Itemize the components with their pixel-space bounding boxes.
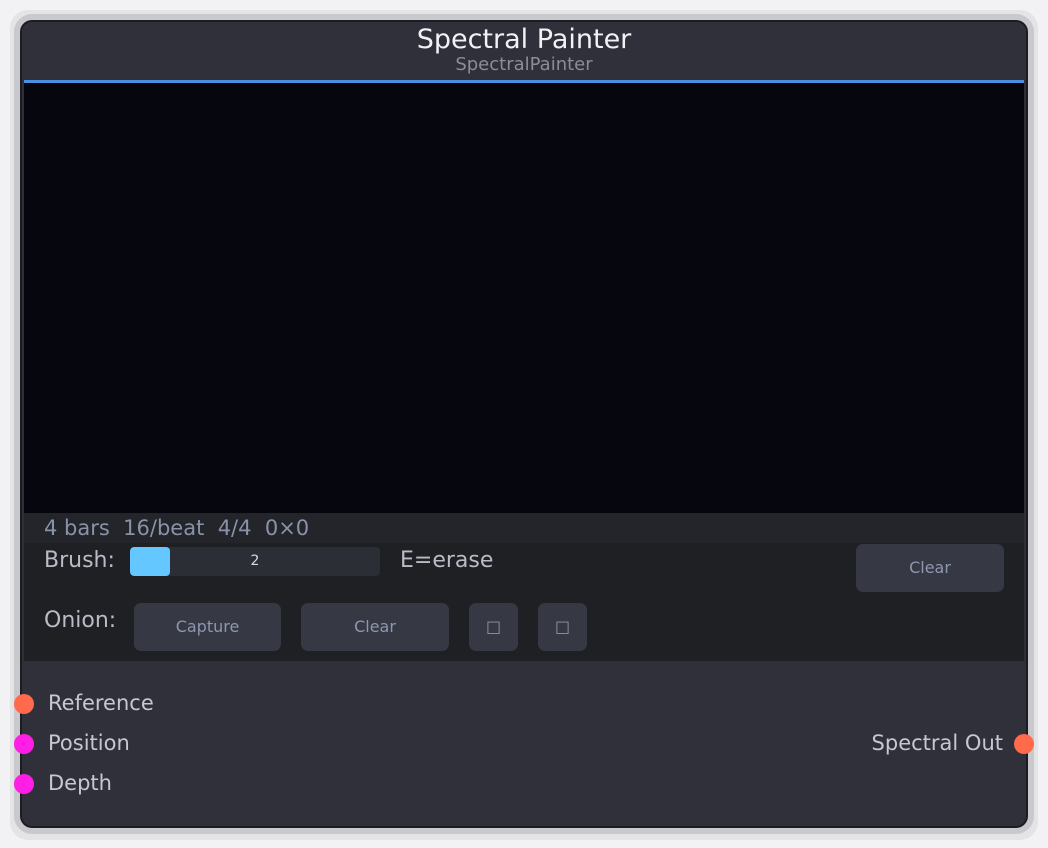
brush-size-value: 2 [250,553,260,569]
position-input-port[interactable] [14,734,34,754]
bars-count: 4 bars [44,516,110,540]
onion-clear-button[interactable]: Clear [301,603,449,651]
spectral-out-label: Spectral Out [871,731,1003,755]
canvas-size-readout: 0×0 [264,516,310,540]
spectral-painter-node[interactable]: Spectral Painter SpectralPainter 4 bars … [20,20,1028,828]
reference-input-label: Reference [48,691,154,715]
erase-hint: E=erase [400,548,494,573]
clear-canvas-button[interactable]: Clear [856,544,1004,592]
spectral-paint-canvas[interactable] [24,83,1024,513]
status-bar: 4 bars 16/beat 4/4 0×0 [24,513,1024,543]
subdivision-readout: 16/beat [123,516,205,540]
time-signature-readout: 4/4 [217,516,252,540]
brush-size-slider[interactable]: 2 [130,547,380,576]
onion-toggle-checkbox-2[interactable]: □ [538,603,587,651]
node-subtitle: SpectralPainter [455,54,593,75]
node-header[interactable]: Spectral Painter SpectralPainter [22,22,1026,80]
depth-input-label: Depth [48,771,112,795]
brush-label: Brush: [44,548,115,573]
node-title: Spectral Painter [416,24,632,55]
controls-panel: Brush: 2 E=erase Clear Onion: Capture Cl… [24,543,1024,661]
onion-label: Onion: [44,608,117,633]
onion-toggle-checkbox-1[interactable]: □ [469,603,518,651]
position-input-label: Position [48,731,130,755]
depth-input-port[interactable] [14,774,34,794]
spectral-out-port[interactable] [1014,734,1034,754]
onion-capture-button[interactable]: Capture [134,603,281,651]
ports-panel: Reference Position Depth Spectral Out [22,661,1026,826]
reference-input-port[interactable] [14,694,34,714]
